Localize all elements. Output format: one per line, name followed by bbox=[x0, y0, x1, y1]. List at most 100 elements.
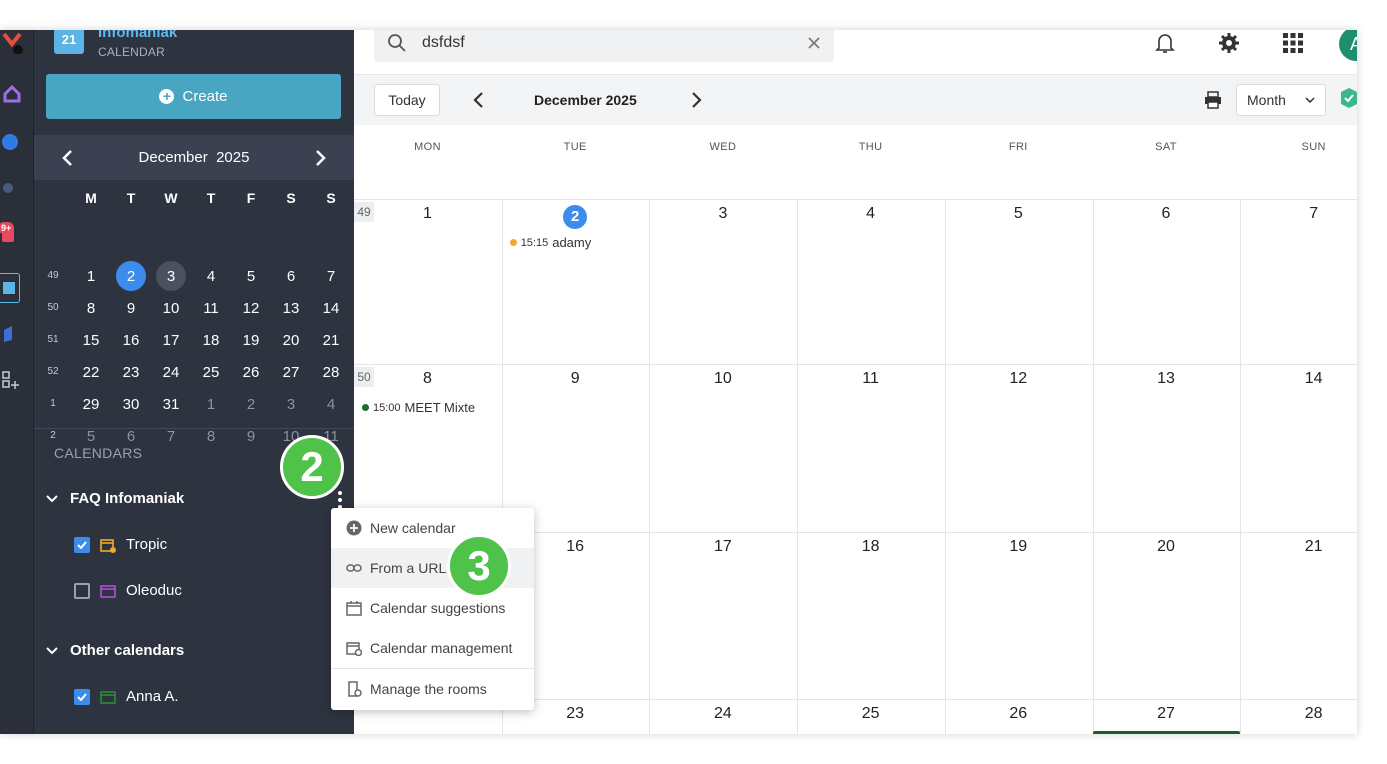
day-number[interactable]: 2 bbox=[502, 205, 649, 229]
mini-day-cell[interactable]: 5 bbox=[236, 261, 266, 291]
add-app-icon[interactable] bbox=[0, 368, 24, 392]
day-number[interactable]: 26 bbox=[945, 705, 1092, 723]
mini-day-cell[interactable]: 16 bbox=[116, 325, 146, 355]
gear-icon[interactable] bbox=[1216, 30, 1242, 56]
rooms-app-icon[interactable] bbox=[0, 322, 24, 346]
checkbox-checked-icon[interactable] bbox=[74, 688, 90, 705]
mini-day-cell[interactable]: 1 bbox=[196, 389, 226, 419]
tasks-icon[interactable] bbox=[1338, 87, 1357, 109]
mini-day-cell[interactable]: 29 bbox=[76, 389, 106, 419]
print-icon[interactable] bbox=[1202, 89, 1224, 111]
mini-day-cell[interactable]: 7 bbox=[316, 261, 346, 291]
mini-day-cell[interactable]: 4 bbox=[316, 389, 346, 419]
day-number[interactable]: 8 bbox=[354, 370, 501, 388]
day-number[interactable]: 6 bbox=[1093, 205, 1240, 223]
calendar-item-anna[interactable]: Anna A. bbox=[74, 688, 179, 705]
mini-day-cell[interactable]: 31 bbox=[156, 389, 186, 419]
calendar-group-other[interactable]: Other calendars bbox=[46, 642, 184, 659]
day-number[interactable]: 21 bbox=[1240, 538, 1357, 556]
mini-day-cell[interactable]: 11 bbox=[196, 293, 226, 323]
calendar-app-icon[interactable] bbox=[0, 273, 20, 303]
day-number[interactable]: 12 bbox=[945, 370, 1092, 388]
mini-day-cell[interactable]: 28 bbox=[316, 357, 346, 387]
mini-day-cell[interactable]: 27 bbox=[276, 357, 306, 387]
mini-day-cell[interactable]: 3 bbox=[276, 389, 306, 419]
calendar-options-icon[interactable] bbox=[337, 491, 343, 509]
checkbox-checked-icon[interactable] bbox=[74, 536, 90, 553]
prev-month-button[interactable] bbox=[467, 89, 489, 111]
search-input[interactable]: dsfdsf bbox=[422, 34, 792, 52]
calendar-group-faq[interactable]: FAQ Infomaniak bbox=[46, 490, 184, 507]
menu-item-new-calendar[interactable]: New calendar bbox=[331, 508, 534, 548]
day-number[interactable]: 27 bbox=[1093, 705, 1240, 723]
bell-icon[interactable] bbox=[1152, 30, 1178, 56]
day-number[interactable]: 4 bbox=[797, 205, 944, 223]
day-number[interactable]: 3 bbox=[649, 205, 796, 223]
day-number[interactable]: 9 bbox=[502, 370, 649, 388]
mini-day-cell[interactable]: 21 bbox=[316, 325, 346, 355]
day-number[interactable]: 5 bbox=[945, 205, 1092, 223]
view-select[interactable]: Month bbox=[1236, 84, 1326, 116]
next-month-button[interactable] bbox=[686, 89, 708, 111]
mini-day-cell[interactable]: 9 bbox=[236, 421, 266, 451]
mini-day-cell[interactable]: 24 bbox=[156, 357, 186, 387]
day-number[interactable]: 14 bbox=[1240, 370, 1357, 388]
mini-day-cell[interactable]: 15 bbox=[76, 325, 106, 355]
mini-next-month-button[interactable] bbox=[310, 147, 332, 169]
task-item[interactable]: MIXTE TASK bbox=[1093, 731, 1240, 734]
calendar-event[interactable]: 11:00aKademy bbox=[805, 733, 902, 734]
mini-day-cell[interactable]: 17 bbox=[156, 325, 186, 355]
mini-day-cell[interactable]: 22 bbox=[76, 357, 106, 387]
mini-day-cell[interactable]: 2 bbox=[236, 389, 266, 419]
mini-day-cell[interactable]: 25 bbox=[196, 357, 226, 387]
menu-item-manage-rooms[interactable]: Manage the rooms bbox=[331, 669, 534, 709]
checkbox-unchecked-icon[interactable] bbox=[74, 582, 90, 599]
mini-day-cell[interactable]: 1 bbox=[76, 261, 106, 291]
day-number[interactable]: 17 bbox=[649, 538, 796, 556]
mini-day-cell[interactable]: 6 bbox=[276, 261, 306, 291]
mini-day-cell[interactable]: 2 bbox=[116, 261, 146, 291]
mini-day-cell[interactable]: 10 bbox=[156, 293, 186, 323]
day-number[interactable]: 11 bbox=[797, 370, 944, 388]
day-number[interactable]: 20 bbox=[1093, 538, 1240, 556]
mini-day-cell[interactable]: 26 bbox=[236, 357, 266, 387]
search-bar[interactable]: dsfdsf bbox=[374, 30, 834, 62]
mini-day-cell[interactable]: 7 bbox=[156, 421, 186, 451]
mini-day-cell[interactable]: 8 bbox=[76, 293, 106, 323]
mini-day-cell[interactable]: 19 bbox=[236, 325, 266, 355]
menu-item-calendar-suggestions[interactable]: Calendar suggestions bbox=[331, 588, 534, 628]
day-number[interactable]: 18 bbox=[797, 538, 944, 556]
mini-day-cell[interactable]: 30 bbox=[116, 389, 146, 419]
day-number[interactable]: 25 bbox=[797, 705, 944, 723]
day-number[interactable]: 28 bbox=[1240, 705, 1357, 723]
mini-day-cell[interactable]: 8 bbox=[196, 421, 226, 451]
mini-day-cell[interactable]: 12 bbox=[236, 293, 266, 323]
calendar-event[interactable]: 15:15 adamy bbox=[509, 235, 591, 250]
day-number[interactable]: 19 bbox=[945, 538, 1092, 556]
drive-app-icon[interactable] bbox=[0, 176, 24, 200]
mini-day-cell[interactable]: 20 bbox=[276, 325, 306, 355]
create-button[interactable]: + Create bbox=[46, 74, 341, 119]
calendar-item-tropic[interactable]: Tropic bbox=[74, 536, 167, 553]
day-number[interactable]: 13 bbox=[1093, 370, 1240, 388]
mini-day-cell[interactable]: 9 bbox=[116, 293, 146, 323]
user-avatar[interactable]: A bbox=[1339, 30, 1357, 61]
day-number[interactable]: 24 bbox=[649, 705, 796, 723]
home-icon[interactable] bbox=[0, 82, 24, 106]
mini-day-cell[interactable]: 18 bbox=[196, 325, 226, 355]
mini-day-cell[interactable]: 4 bbox=[196, 261, 226, 291]
today-button[interactable]: Today bbox=[374, 84, 440, 116]
day-number[interactable]: 1 bbox=[354, 205, 501, 223]
menu-item-calendar-management[interactable]: Calendar management bbox=[331, 628, 534, 668]
mini-day-cell[interactable]: 3 bbox=[156, 261, 186, 291]
mail-app-icon[interactable] bbox=[0, 130, 24, 154]
app-switcher-icon[interactable] bbox=[0, 30, 24, 54]
apps-grid-icon[interactable] bbox=[1280, 30, 1306, 56]
mini-prev-month-button[interactable] bbox=[56, 147, 78, 169]
mini-day-cell[interactable]: 14 bbox=[316, 293, 346, 323]
day-number[interactable]: 7 bbox=[1240, 205, 1357, 223]
calendar-event[interactable]: 15:00 MEET Mixte bbox=[362, 400, 475, 415]
mini-day-cell[interactable]: 13 bbox=[276, 293, 306, 323]
day-number[interactable]: 10 bbox=[649, 370, 796, 388]
calendar-item-oleoduc[interactable]: Oleoduc bbox=[74, 582, 182, 599]
